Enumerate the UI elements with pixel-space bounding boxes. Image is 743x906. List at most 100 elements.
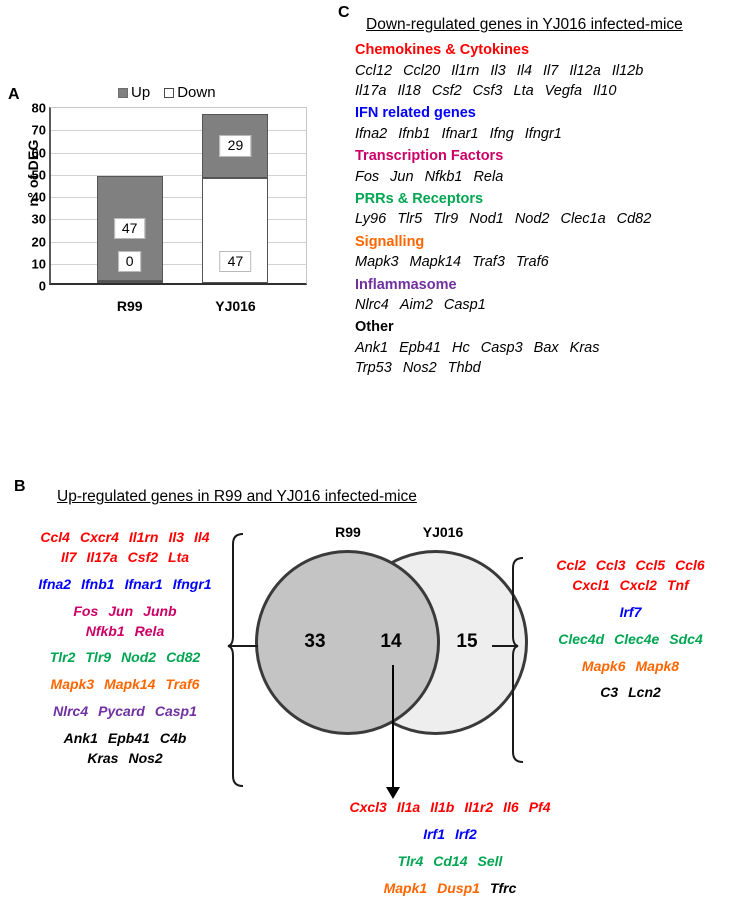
venn-count-left: 33 [304,631,326,652]
gene-name: Fos [355,168,380,185]
gene-name: Csf2 [127,548,159,565]
bar-value-label-down: 47 [219,250,252,272]
gene-name: Ank1 [63,730,98,746]
gene-row: Tlr2 Tlr9 Nod2 Cd82 [16,648,234,668]
gene-name: Ccl5 [635,557,666,573]
gene-name: Ifnar1 [124,575,163,592]
gene-category-heading: Transcription Factors [355,148,504,165]
venn-left-gene-list: Ccl4 Cxcr4 Il1rn Il3 Il4 Il7 Il17a Csf2 Lta Ifna2… [16,528,234,776]
bar-value-label-up: 47 [113,217,146,240]
y-axis-tick: 20 [31,234,46,249]
gene-name: Rela [134,622,165,639]
gene-row: Ifna2 Ifnb1 Ifnar1 Ifng Ifngr1 [355,124,662,144]
venn-label-left: R99 [335,524,361,540]
gene-row: Kras Nos2 [16,749,234,769]
y-axis-tick: 30 [31,211,46,227]
bar-value-label-up: 29 [219,135,252,157]
bar-segment-down: 47 [202,178,269,283]
gene-name: Cd82 [616,211,652,228]
gene-name: Ccl2 [556,557,586,573]
bar-column: 47 0 [96,176,163,283]
gene-row: Fos Jun Junb [16,602,234,622]
panel-b-letter: B [14,478,26,495]
gene-row: Il7 Il17a Csf2 Lta [16,548,234,568]
gene-group: Ccl4 Cxcr4 Il1rn Il3 Il4 Il7 Il17a Csf2 Lta [16,528,234,568]
y-axis-tick: 40 [31,189,46,205]
bar-column: 29 47 [202,113,269,283]
gene-group: Irf1 Irf2 [255,825,645,845]
bar-segment-up: 47 0 [96,176,163,281]
gene-category-heading: Inflammasome [355,276,457,293]
gene-name: Casp1 [154,703,197,720]
gene-name: Ly96 [355,211,387,228]
gene-name: Rela [473,168,504,185]
gene-name: Kras [569,340,600,357]
gene-name: Il17a [355,82,387,99]
gene-name: Casp1 [443,297,486,314]
gene-name: Nfkb1 [424,168,463,185]
venn-count-intersection: 14 [380,631,402,652]
gene-name: Csf2 [431,82,462,99]
gene-name: Pf4 [528,799,551,815]
gene-name: Sell [477,852,503,869]
gene-name: Nod1 [469,211,504,228]
gene-group: Cxcl3 Il1a Il1b Il1r2 Il6 Pf4 [255,798,645,818]
y-axis-tick: 10 [31,256,46,272]
gene-name: Lta [168,548,190,565]
panel-a-letter: A [8,86,20,103]
gene-name: Tlr9 [85,649,112,666]
gene-name: Il1b [430,799,455,815]
gene-name: Tlr2 [49,649,76,666]
gene-name: Mapk14 [104,676,156,693]
gene-name: Dusp1 [437,879,480,896]
gene-row: Mapk3 Mapk14 Traf6 [16,675,234,695]
venn-shared-gene-list: Cxcl3 Il1a Il1b Il1r2 Il6 Pf4 Irf1 Irf2 Tlr4 Cd14… [255,798,645,906]
venn-diagram: R99 YJ016 33 14 15 [255,520,535,785]
gene-name: Kras [87,749,119,766]
venn-circle-r99 [255,550,440,735]
x-axis-tick: R99 [116,298,143,314]
panel-c-gene-categories: Chemokines & Cytokines Ccl12 Ccl20 Il1rn Il3… [355,38,662,379]
gene-name: Hc [452,340,470,357]
gene-group: Nlrc4 Pycard Casp1 [16,702,234,722]
gene-name: Ifngr1 [172,575,212,592]
gene-name: Il7 [543,62,559,79]
gene-row: Mapk1 Dusp1 Tfrc [255,879,645,899]
gene-name: Cxcr4 [79,529,119,545]
gene-name: Tlr9 [433,211,459,228]
gene-group: Mapk1 Dusp1 Tfrc [255,879,645,899]
gene-category-heading: Chemokines & Cytokines [355,42,530,58]
x-axis-tick: YJ016 [215,298,256,314]
gene-name: Vegfa [544,82,583,99]
gene-name: Il4 [194,529,210,545]
panel-c-letter: C [338,4,350,21]
panel-c-title: Down-regulated genes in YJ016 infected-m… [366,16,683,33]
gene-name: Il3 [490,62,506,79]
gene-row: Ccl2 Ccl3 Ccl5 Ccl6 [518,556,743,576]
y-axis-tick: 80 [31,100,46,116]
gene-name: Ccl12 [355,62,393,79]
legend-entry-up: Up [118,84,150,101]
gene-name: Junb [143,602,177,619]
gene-group: Fos Jun Junb Nfkb1 Rela [16,602,234,642]
gene-name: Il12a [569,62,601,79]
gene-name: Trp53 [355,360,392,377]
bar-segment-down [96,281,163,283]
gene-group: Ccl2 Ccl3 Ccl5 Ccl6 Cxcl1 Cxcl2 Tnf [518,556,743,596]
gene-name: Epb41 [399,340,441,357]
gene-name: Nod2 [514,211,550,228]
gene-name: Bax [533,340,559,357]
gene-name: Jun [390,168,414,185]
gene-name: Thbd [447,360,481,377]
gene-name: Nos2 [402,360,437,377]
gene-name: Mapk6 [581,657,626,674]
gene-category-heading: Signalling [355,233,425,250]
gene-row: Ank1 Epb41 C4b [16,729,234,749]
legend-swatch-down-icon [164,87,175,98]
gene-name: Clec4d [558,630,605,647]
legend-label-down: Down [177,84,216,101]
y-axis-tick: 0 [38,278,46,294]
gene-name: Il1rn [451,62,480,79]
gene-name: Irf7 [619,603,642,620]
gene-row: Clec4d Clec4e Sdc4 [518,630,743,650]
